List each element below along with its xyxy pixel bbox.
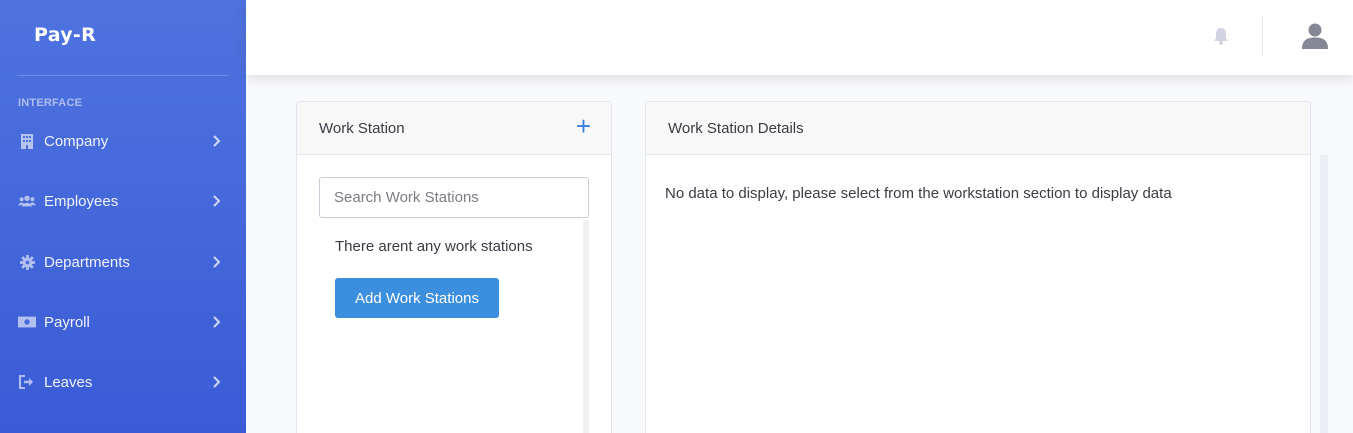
users-icon: [18, 193, 36, 209]
sidebar-divider: [17, 75, 229, 76]
sidebar-item-label: Departments: [44, 253, 130, 271]
page-scrollbar[interactable]: [1320, 155, 1328, 433]
workstation-details-card: Work Station Details No data to display,…: [645, 101, 1311, 433]
add-workstations-button[interactable]: Add Work Stations: [335, 278, 499, 318]
chevron-right-icon: [213, 376, 221, 388]
details-empty-message: No data to display, please select from t…: [665, 185, 1172, 202]
chevron-right-icon: [213, 195, 221, 207]
bell-icon[interactable]: [1213, 27, 1229, 45]
workstation-card: Work Station + There arent any work stat…: [296, 101, 612, 433]
chevron-right-icon: [213, 256, 221, 268]
card-title: Work Station: [319, 119, 405, 137]
sidebar-item-label: Employees: [44, 192, 119, 210]
sidebar: Pay-R INTERFACE Company Employees Depart…: [0, 0, 246, 433]
chevron-right-icon: [213, 135, 221, 147]
topbar-divider: [1262, 16, 1263, 56]
list-scrollbar[interactable]: [583, 220, 589, 433]
sidebar-item-label: Leaves: [44, 373, 93, 391]
sidebar-item-payroll[interactable]: Payroll: [0, 302, 246, 342]
sidebar-item-company[interactable]: Company: [0, 121, 246, 161]
empty-workstations-message: There arent any work stations: [335, 238, 533, 255]
details-card-header: Work Station Details: [646, 102, 1310, 155]
gear-icon: [18, 254, 36, 270]
sidebar-item-leaves[interactable]: Leaves: [0, 362, 246, 402]
sidebar-item-label: Payroll: [44, 313, 90, 331]
add-workstation-icon[interactable]: +: [576, 113, 591, 139]
search-workstations-input[interactable]: [319, 177, 589, 218]
sidebar-item-departments[interactable]: Departments: [0, 242, 246, 282]
user-icon[interactable]: [1301, 22, 1329, 50]
chevron-right-icon: [213, 316, 221, 328]
building-icon: [18, 133, 36, 149]
topbar: [246, 0, 1353, 75]
sidebar-item-label: Company: [44, 132, 109, 150]
money-icon: [18, 314, 36, 330]
sign-out-icon: [18, 374, 36, 390]
card-title: Work Station Details: [668, 119, 804, 137]
brand-logo[interactable]: Pay-R: [34, 24, 96, 46]
sidebar-item-employees[interactable]: Employees: [0, 181, 246, 221]
sidebar-section-label: INTERFACE: [18, 97, 83, 109]
workstation-card-header: Work Station +: [297, 102, 611, 155]
